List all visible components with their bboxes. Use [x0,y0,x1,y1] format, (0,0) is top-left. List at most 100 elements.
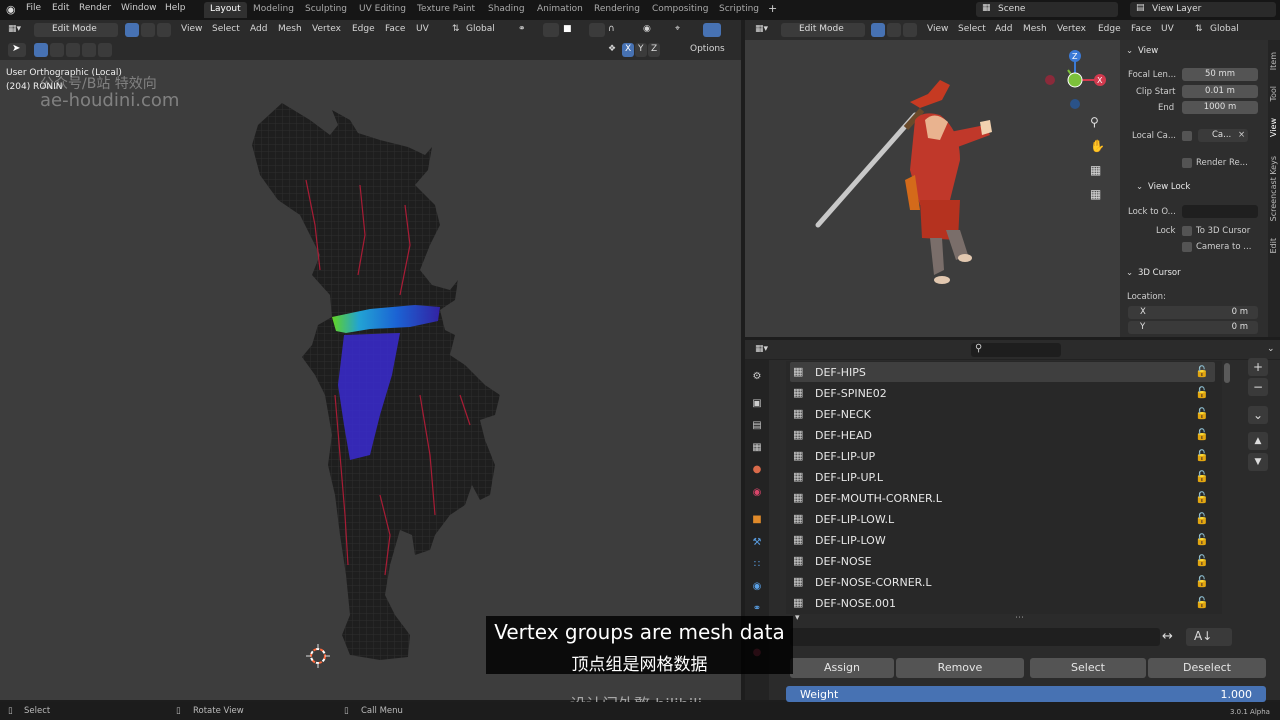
tab-rendering[interactable]: Rendering [588,2,646,18]
add-vertex-group-button[interactable]: + [1248,358,1268,376]
remove-vertex-group-button[interactable]: − [1248,378,1268,396]
world-tab-icon[interactable]: ◉ [751,487,763,499]
menu-select[interactable]: Select [212,24,240,34]
menu-face[interactable]: Face [385,24,405,34]
cursor-x-field[interactable]: X 0 m [1128,306,1258,319]
sort-alpha-button[interactable]: A↓ [1186,628,1232,646]
scene-selector[interactable]: ▦ Scene [976,2,1118,17]
face-select-mode-button[interactable] [903,23,917,37]
vertex-group-row[interactable]: ▦ DEF-HIPS 🔓 [790,362,1215,382]
menu-add[interactable]: Add [250,24,267,34]
edge-select-mode-button[interactable] [887,23,901,37]
orientation-selector[interactable]: Global [466,24,495,34]
vertex-group-row[interactable]: ▦ DEF-LIP-UP.L 🔓 [790,467,1215,487]
menu-select[interactable]: Select [958,24,986,34]
remove-button[interactable]: Remove [896,658,1024,678]
tab-layout[interactable]: Layout [204,2,247,18]
vertex-group-row[interactable]: ▦ DEF-MOUTH-CORNER.L 🔓 [790,488,1215,508]
select-button[interactable]: Select [1030,658,1146,678]
tab-texture-paint[interactable]: Texture Paint [411,2,481,18]
orientation-icon[interactable]: ⇅ [1195,24,1203,34]
section-chevron-icon[interactable]: ⌄ [1126,268,1133,278]
tab-modeling[interactable]: Modeling [247,2,300,18]
vertex-select-mode-button[interactable] [871,23,885,37]
visibility-icon[interactable]: ◉ [643,24,651,34]
menu-mesh[interactable]: Mesh [278,24,302,34]
view-layer-selector[interactable]: ▤ View Layer [1130,2,1276,17]
tab-uv-editing[interactable]: UV Editing [353,2,412,18]
menu-mesh[interactable]: Mesh [1023,24,1047,34]
select-mode-invert-button[interactable] [82,43,96,57]
vertex-group-row[interactable]: ▦ DEF-NOSE-CORNER.L 🔓 [790,572,1215,592]
vertex-select-mode-button[interactable] [125,23,139,37]
select-mode-extend-button[interactable] [50,43,64,57]
menu-vertex[interactable]: Vertex [1057,24,1086,34]
lock-icon[interactable]: 🔓 [1195,596,1209,610]
sidebar-tab-tool[interactable]: Tool [1269,86,1278,102]
tab-sculpting[interactable]: Sculpting [299,2,353,18]
lock-icon[interactable]: 🔓 [1195,449,1209,463]
overlays-toggle[interactable] [703,23,721,37]
vertex-group-row[interactable]: ▦ DEF-LIP-UP 🔓 [790,446,1215,466]
menu-uv[interactable]: UV [416,24,429,34]
lock-icon[interactable]: 🔓 [1195,365,1209,379]
clip-start-field[interactable]: 0.01 m [1182,85,1258,98]
lock-icon[interactable]: 🔓 [1195,470,1209,484]
orientation-icon[interactable]: ⇅ [452,24,460,34]
pivot-icon[interactable]: ⚭ [518,24,526,34]
sidebar-tab-view[interactable]: View [1269,118,1278,137]
menu-edge[interactable]: Edge [1098,24,1121,34]
tab-animation[interactable]: Animation [531,2,589,18]
gizmo-icon[interactable]: ⌖ [675,24,680,34]
menu-edit[interactable]: Edit [52,3,69,13]
lock-icon[interactable]: 🔓 [1195,575,1209,589]
tab-compositing[interactable]: Compositing [646,2,714,18]
render-tab-icon[interactable]: ▣ [751,398,763,410]
editor-type-icon[interactable]: ▦▾ [755,24,768,34]
menu-add[interactable]: Add [995,24,1012,34]
menu-view[interactable]: View [181,24,202,34]
vertex-group-row[interactable]: ▦ DEF-NOSE 🔓 [790,551,1215,571]
lock-icon[interactable]: 🔓 [1195,407,1209,421]
lock-icon[interactable]: 🔓 [1195,533,1209,547]
snap-target-icon[interactable]: ■ [563,24,572,34]
proportional-edit-toggle[interactable] [589,23,605,37]
lock-to-object-field[interactable] [1182,205,1258,218]
editor-type-icon[interactable]: ▦▾ [8,24,21,34]
lock-icon[interactable]: 🔓 [1195,554,1209,568]
to-3d-cursor-checkbox[interactable] [1182,226,1192,236]
menu-uv[interactable]: UV [1161,24,1174,34]
options-dropdown[interactable]: Options [690,44,725,54]
clip-end-field[interactable]: 1000 m [1182,101,1258,114]
output-tab-icon[interactable]: ▤ [751,420,763,432]
constraints-tab-icon[interactable]: ⚭ [751,603,763,615]
move-up-button[interactable]: ▲ [1248,432,1268,450]
list-expand-icon[interactable]: ▾ [795,613,800,623]
lock-icon[interactable]: 🔓 [1195,386,1209,400]
vertex-group-row[interactable]: ▦ DEF-LIP-LOW 🔓 [790,530,1215,550]
select-tool-button[interactable]: ➤ [8,43,26,57]
local-camera-checkbox[interactable] [1182,131,1192,141]
weight-slider[interactable]: Weight 1.000 [786,686,1266,702]
mirror-y-toggle[interactable]: Y [635,43,647,57]
focal-length-field[interactable]: 50 mm [1182,68,1258,81]
render-region-checkbox[interactable] [1182,158,1192,168]
editor-type-icon[interactable]: ▦▾ [755,344,768,354]
3d-cursor-section-header[interactable]: 3D Cursor [1138,268,1181,278]
vertex-group-row[interactable]: ▦ DEF-SPINE02 🔓 [790,383,1215,403]
mirror-z-toggle[interactable]: Z [648,43,660,57]
modifier-tab-icon[interactable]: ⚒ [751,537,763,549]
face-select-mode-button[interactable] [157,23,171,37]
sidebar-tab-item[interactable]: Item [1269,52,1278,70]
object-tab-icon[interactable]: ■ [751,514,763,526]
blender-logo-icon[interactable]: ◉ [6,3,16,16]
camera-to-view-checkbox[interactable] [1182,242,1192,252]
orientation-selector[interactable]: Global [1210,24,1239,34]
section-chevron-icon[interactable]: ⌄ [1126,46,1133,56]
menu-edge[interactable]: Edge [352,24,375,34]
vertex-group-specials-button[interactable]: ⌄ [1248,406,1268,424]
mirror-x-toggle[interactable]: X [622,43,634,57]
vertex-group-row[interactable]: ▦ DEF-NOSE.001 🔓 [790,593,1215,613]
menu-view[interactable]: View [927,24,948,34]
select-mode-new-button[interactable] [34,43,48,57]
